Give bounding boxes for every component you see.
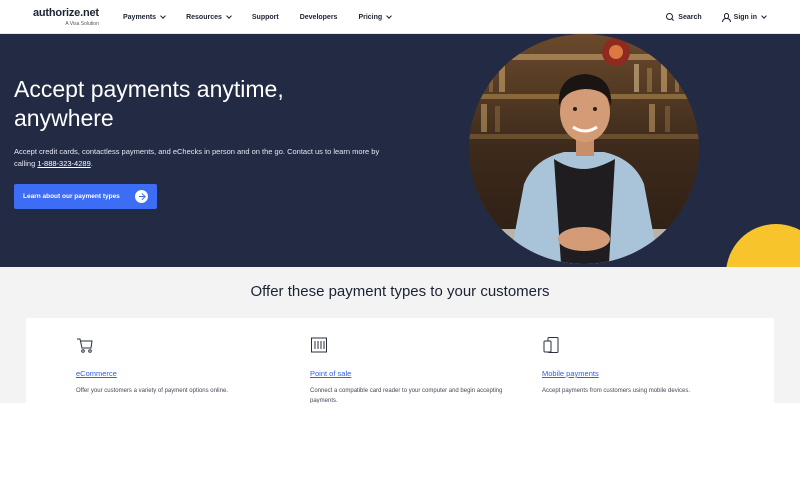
point-of-sale-link[interactable]: Point of sale [310, 369, 510, 378]
search-button[interactable]: Search [666, 13, 702, 21]
arrow-right-icon [135, 190, 148, 203]
ecommerce-desc: Offer your customers a variety of paymen… [76, 388, 228, 394]
nav-resources[interactable]: Resources [186, 13, 232, 21]
nav-pricing-label: Pricing [358, 13, 383, 21]
chevron-down-icon [761, 13, 767, 19]
nav-resources-label: Resources [186, 13, 222, 21]
nav-developers-label: Developers [299, 13, 338, 21]
logo-tagline: A Visa Solution [65, 21, 99, 27]
nav-payments-label: Payments [123, 13, 157, 21]
cta-label: Learn about our payment types [23, 193, 120, 200]
chevron-down-icon [160, 13, 166, 19]
header-actions: Search Sign in [646, 0, 767, 34]
payment-type-pos: Point of sale Connect a compatible card … [310, 336, 510, 403]
decorative-yellow-circle [726, 224, 800, 267]
nav-support-label: Support [251, 13, 279, 21]
site-header: authorize.net A Visa Solution Payments R… [0, 0, 800, 34]
learn-payment-types-button[interactable]: Learn about our payment types [14, 184, 157, 209]
hero-title: Accept payments anytime, anywhere [14, 76, 284, 131]
logo[interactable]: authorize.net A Visa Solution [33, 7, 99, 28]
hero-description: Accept credit cards, contactless payment… [14, 146, 394, 170]
cart-icon [77, 338, 93, 353]
ecommerce-link[interactable]: eCommerce [76, 369, 276, 378]
nav-payments[interactable]: Payments [123, 13, 166, 21]
payment-type-ecommerce: eCommerce Offer your customers a variety… [76, 336, 276, 396]
card-reader-icon [311, 337, 327, 353]
payment-types-card: eCommerce Offer your customers a variety… [26, 318, 774, 403]
point-of-sale-desc: Connect a compatible card reader to your… [310, 388, 503, 403]
payment-type-mobile: Mobile payments Accept payments from cus… [542, 336, 742, 396]
logo-text: authorize.net [33, 7, 99, 19]
hero-desc-end: . [90, 159, 93, 168]
signin-button[interactable]: Sign in [721, 13, 767, 22]
chevron-down-icon [386, 13, 393, 19]
mobile-payments-link[interactable]: Mobile payments [542, 369, 742, 378]
search-label: Search [678, 13, 702, 21]
mobile-payments-desc: Accept payments from customers using mob… [542, 388, 691, 394]
phone-link[interactable]: 1-888-323-4289 [37, 159, 90, 168]
hero-photo [469, 34, 699, 264]
main-nav: Payments Resources Support Developers Pr… [123, 0, 412, 34]
mobile-icon [543, 337, 559, 353]
payment-types-section: Offer these payment types to your custom… [0, 267, 800, 403]
search-icon [666, 13, 674, 21]
nav-developers[interactable]: Developers [300, 14, 338, 21]
chevron-down-icon [226, 13, 232, 19]
merchant-photo-illustration [469, 34, 699, 264]
nav-pricing[interactable]: Pricing [358, 13, 393, 21]
nav-support[interactable]: Support [252, 14, 279, 21]
hero-section: Accept payments anytime, anywhere Accept… [0, 34, 800, 267]
signin-label: Sign in [733, 13, 757, 21]
section-title: Offer these payment types to your custom… [250, 283, 550, 300]
user-icon [721, 13, 731, 22]
